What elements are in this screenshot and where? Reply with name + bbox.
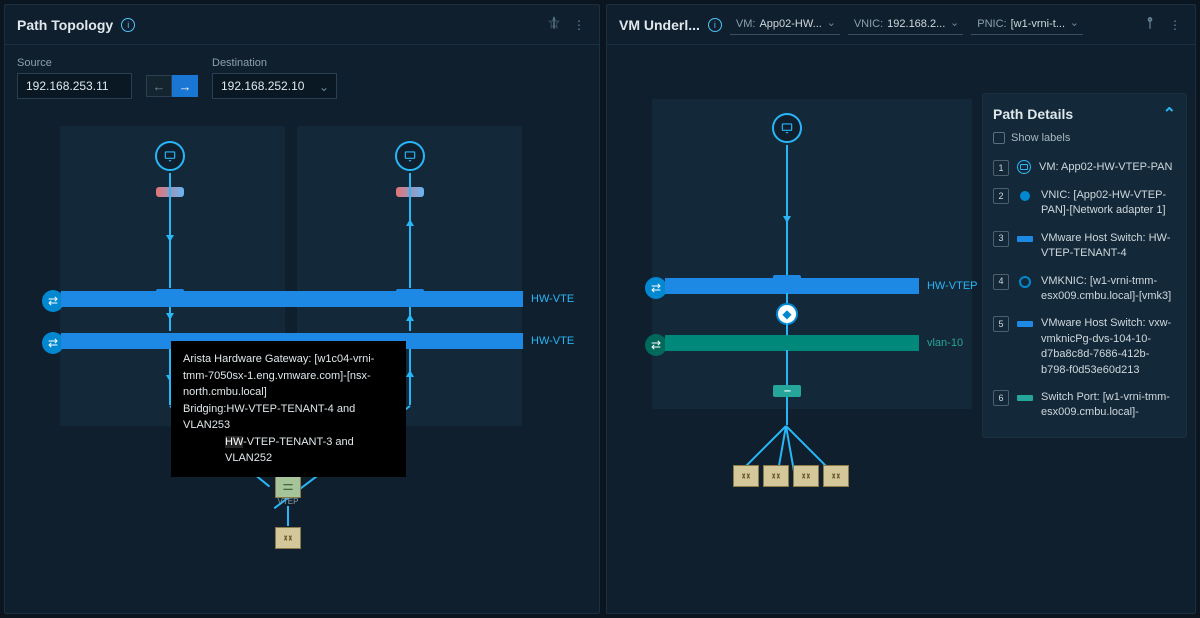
vtep-switch[interactable]: VTEP (275, 476, 301, 498)
physical-switch[interactable] (763, 465, 789, 487)
detail-item[interactable]: 4 VMKNIC: [w1-vrni-tmm-esx009.cmbu.local]… (993, 268, 1176, 311)
vmknic-node[interactable]: ◆ (776, 303, 798, 325)
detail-text: VMware Host Switch: HW-VTEP-TENANT-4 (1041, 231, 1176, 262)
controls-row: Source ← → Destination (5, 45, 599, 111)
link-line (786, 145, 788, 275)
link-line (287, 506, 289, 526)
dot-blue-icon (1017, 188, 1033, 204)
bar-label: HW-VTE (531, 293, 574, 305)
bar-label: HW-VTE (531, 335, 574, 347)
left-canvas[interactable]: ⇄ HW-VTE ⇄ HW-VTE VTEP Arista Hardwa (5, 111, 599, 613)
pin-icon[interactable] (1141, 14, 1159, 35)
tooltip-line: Arista Hardware Gateway: [w1c04-vrni-tmm… (183, 351, 394, 401)
details-list: 1 VM: App02-HW-VTEP-PAN 2 VNIC: [App02-HW-V… (993, 154, 1176, 427)
step-number: 3 (993, 231, 1009, 247)
tooltip-line: HW-VTEP-TENANT-3 and VLAN252 (183, 434, 394, 467)
bar-teal-icon (1017, 390, 1033, 406)
link-line (169, 173, 171, 288)
physical-switch[interactable] (733, 465, 759, 487)
destination-label: Destination (212, 57, 337, 69)
direction-right-button[interactable]: → (172, 75, 198, 97)
step-number: 5 (993, 316, 1009, 332)
step-number: 4 (993, 274, 1009, 290)
detail-text: VMware Host Switch: vxw-vmknicPg-dvs-104… (1041, 316, 1176, 378)
left-panel-title: Path Topology (17, 17, 113, 33)
detail-text: Switch Port: [w1-vrni-tmm-esx009.cmbu.lo… (1041, 390, 1176, 421)
detail-item[interactable]: 2 VNIC: [App02-HW-VTEP-PAN]-[Network adap… (993, 182, 1176, 225)
pin-icon[interactable] (545, 14, 563, 35)
collapse-icon[interactable]: ⌃ (1163, 104, 1176, 124)
tooltip-line: Bridging:HW-VTEP-TENANT-4 and VLAN253 (183, 401, 394, 434)
vm-dropdown[interactable]: VM:App02-HW... (730, 14, 840, 35)
network-bar[interactable]: HW-VTE (61, 291, 523, 307)
show-labels-text: Show labels (1011, 132, 1070, 144)
step-number: 6 (993, 390, 1009, 406)
show-labels-checkbox[interactable] (993, 132, 1005, 144)
vm-underlay-panel: VM Underl... i VM:App02-HW... VNIC:192.1… (606, 4, 1196, 614)
info-icon[interactable]: i (708, 18, 722, 32)
kebab-menu-icon[interactable]: ⋮ (571, 16, 587, 34)
vm-icon[interactable] (395, 141, 425, 171)
detail-text: VM: App02-HW-VTEP-PAN (1039, 160, 1176, 176)
detail-item[interactable]: 3 VMware Host Switch: HW-VTEP-TENANT-4 (993, 225, 1176, 268)
ring-blue-icon (1017, 274, 1033, 290)
link-line (169, 303, 171, 331)
step-number: 1 (993, 160, 1009, 176)
left-panel-header: Path Topology i ⋮ (5, 5, 599, 45)
detail-text: VMKNIC: [w1-vrni-tmm-esx009.cmbu.local]-… (1041, 274, 1176, 305)
bar-label: vlan-10 (927, 337, 963, 349)
path-topology-panel: Path Topology i ⋮ Source ← → Destination (4, 4, 600, 614)
topo-card (652, 99, 972, 409)
vnic-dropdown[interactable]: VNIC:192.168.2... (848, 14, 963, 35)
detail-text: VNIC: [App02-HW-VTEP-PAN]-[Network adapt… (1041, 188, 1176, 219)
direction-toggle: ← → (146, 75, 198, 97)
right-panel-header: VM Underl... i VM:App02-HW... VNIC:192.1… (607, 5, 1195, 45)
switch-port-node[interactable] (773, 385, 801, 397)
detail-item[interactable]: 6 Switch Port: [w1-vrni-tmm-esx009.cmbu.l… (993, 384, 1176, 427)
physical-switch[interactable] (275, 527, 301, 549)
step-number: 2 (993, 188, 1009, 204)
vlan-bar[interactable]: vlan-10 (665, 335, 919, 351)
detail-item[interactable]: 5 VMware Host Switch: vxw-vmknicPg-dvs-10… (993, 310, 1176, 384)
details-title: Path Details (993, 106, 1073, 122)
network-bar[interactable]: HW-VTEP (665, 278, 919, 294)
source-input[interactable] (17, 73, 132, 99)
kebab-menu-icon[interactable]: ⋮ (1167, 16, 1183, 34)
physical-switch[interactable] (823, 465, 849, 487)
source-group: Source (17, 57, 132, 99)
physical-switch[interactable] (793, 465, 819, 487)
link-line (409, 303, 411, 331)
show-labels-row[interactable]: Show labels (993, 132, 1176, 144)
endpoint-node[interactable]: ⇄ (645, 334, 667, 356)
destination-input[interactable] (212, 73, 337, 99)
source-label: Source (17, 57, 132, 69)
details-title-row: Path Details ⌃ (993, 104, 1176, 124)
endpoint-node[interactable]: ⇄ (645, 277, 667, 299)
destination-group: Destination (212, 57, 337, 99)
link-line (786, 397, 788, 425)
path-details-panel: Path Details ⌃ Show labels 1 VM: App02-HW… (982, 93, 1187, 438)
right-panel-title: VM Underl... (619, 17, 700, 33)
vm-icon[interactable] (155, 141, 185, 171)
link-line (409, 347, 411, 405)
bar-label: HW-VTEP (927, 280, 978, 292)
link-line (786, 350, 788, 385)
right-canvas[interactable]: ⇄ HW-VTEP ◆ ⇄ vlan-10 (607, 45, 1195, 613)
vtep-label: VTEP (278, 497, 299, 506)
vm-ring-icon (1017, 160, 1031, 174)
tooltip: Arista Hardware Gateway: [w1c04-vrni-tmm… (171, 341, 406, 477)
link-line (786, 323, 788, 335)
direction-left-button[interactable]: ← (146, 75, 172, 97)
detail-item[interactable]: 1 VM: App02-HW-VTEP-PAN (993, 154, 1176, 182)
bar-blue-icon (1017, 231, 1033, 247)
link-line (409, 173, 411, 288)
vm-icon[interactable] (772, 113, 802, 143)
bar-blue-icon (1017, 316, 1033, 332)
info-icon[interactable]: i (121, 18, 135, 32)
pnic-dropdown[interactable]: PNIC:[w1-vrni-t... (971, 14, 1083, 35)
